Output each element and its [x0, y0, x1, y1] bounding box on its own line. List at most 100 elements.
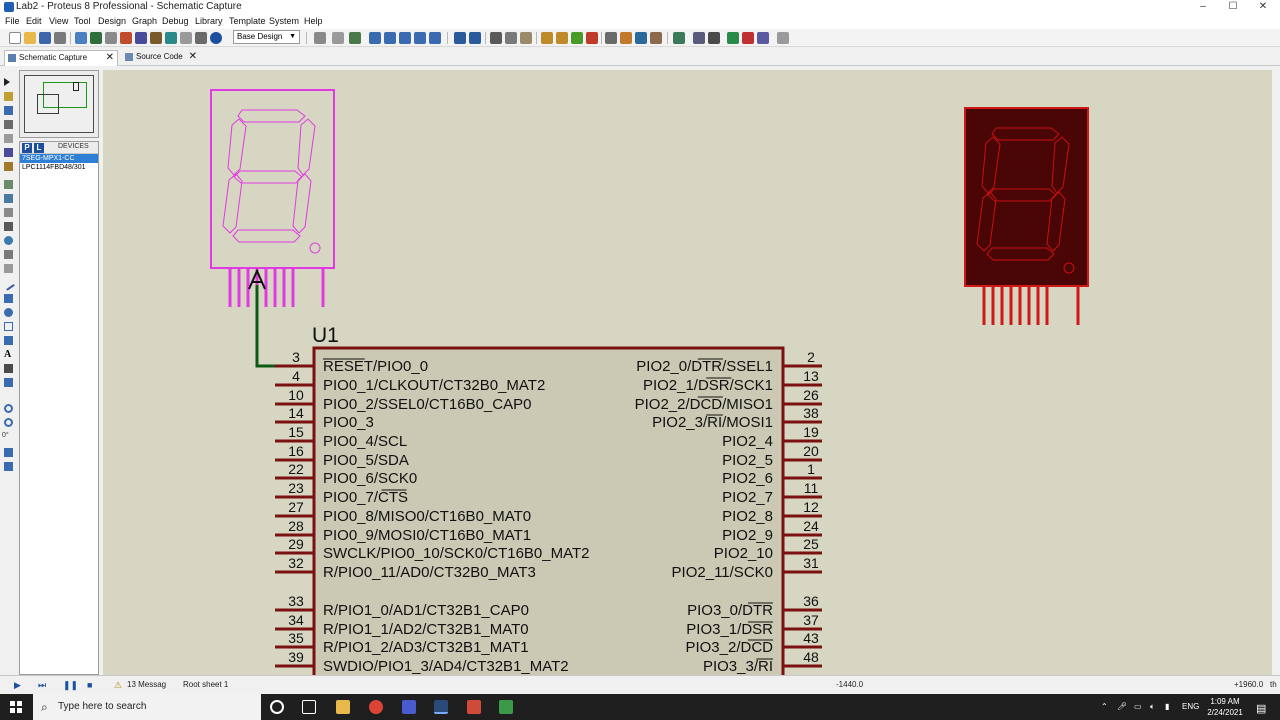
copy-icon[interactable] — [505, 32, 517, 44]
menu-library[interactable]: Library — [195, 16, 223, 26]
refresh-icon[interactable] — [314, 32, 326, 44]
minimize-button[interactable]: – — [1188, 0, 1218, 15]
remove-sheet-icon[interactable] — [742, 32, 754, 44]
block-rotate-icon[interactable] — [571, 32, 583, 44]
stop-button[interactable]: ■ — [87, 680, 92, 690]
block-delete-icon[interactable] — [586, 32, 598, 44]
battery-icon[interactable]: ▮ — [1165, 702, 1169, 711]
exit-to-parent-icon[interactable] — [757, 32, 769, 44]
virtual-instrument-icon[interactable] — [4, 264, 13, 273]
save-icon[interactable] — [39, 32, 51, 44]
pan-icon[interactable] — [369, 32, 381, 44]
path-icon[interactable] — [4, 336, 13, 345]
volume-icon[interactable]: 🔈︎ — [1150, 702, 1155, 712]
step-button[interactable]: ⏭ — [38, 680, 46, 691]
menu-help[interactable]: Help — [304, 16, 323, 26]
library-manager-button[interactable]: L — [34, 143, 44, 153]
app-c-icon[interactable] — [467, 700, 481, 714]
menu-system[interactable]: System — [269, 16, 299, 26]
taskbar-search[interactable]: ⌕ Type here to search — [33, 694, 261, 720]
3d-view-icon[interactable] — [120, 32, 132, 44]
zoom-area-icon[interactable] — [429, 32, 441, 44]
gerber-icon[interactable] — [135, 32, 147, 44]
menu-file[interactable]: File — [5, 16, 20, 26]
close-icon[interactable]: ✕ — [106, 51, 114, 65]
terminals-icon[interactable] — [4, 180, 13, 189]
network-icon[interactable]: ▭ — [1134, 702, 1142, 711]
menu-graph[interactable]: Graph — [132, 16, 157, 26]
new-sheet-icon[interactable] — [727, 32, 739, 44]
source-code-icon[interactable] — [195, 32, 207, 44]
decompose-icon[interactable] — [650, 32, 662, 44]
mirror-horizontal-icon[interactable] — [4, 448, 13, 457]
wire-autorouter-icon[interactable] — [673, 32, 685, 44]
bom-icon[interactable] — [165, 32, 177, 44]
layout-icon[interactable] — [105, 32, 117, 44]
text-script-icon[interactable] — [4, 134, 13, 143]
pause-button[interactable]: ❚❚ — [63, 680, 78, 691]
open-folder-icon[interactable] — [24, 32, 36, 44]
pick-device-icon[interactable] — [605, 32, 617, 44]
marker-icon[interactable] — [4, 378, 13, 387]
chevron-up-icon[interactable]: ⌃ — [1101, 702, 1108, 711]
paste-icon[interactable] — [520, 32, 532, 44]
pick-devices-button[interactable]: P — [22, 143, 32, 153]
print-icon[interactable] — [54, 32, 66, 44]
generator-icon[interactable] — [4, 236, 13, 245]
schematic-drawing[interactable]: U1 3 RESET/PIO0_0 4 PIO0_1/CLKOUT/CT32B0_MA… — [103, 70, 1272, 675]
menu-template[interactable]: Template — [229, 16, 266, 26]
netlist-icon[interactable] — [777, 32, 789, 44]
microphone-icon[interactable]: 🎤︎ — [1117, 702, 1127, 711]
vertical-scrollbar[interactable] — [1272, 70, 1280, 675]
cut-icon[interactable] — [490, 32, 502, 44]
maximize-button[interactable]: ☐ — [1218, 0, 1248, 15]
cortana-icon[interactable] — [270, 700, 284, 714]
proteus-icon[interactable] — [434, 700, 448, 714]
design-select[interactable]: Base Design ▼ — [233, 30, 300, 44]
menu-edit[interactable]: Edit — [26, 16, 42, 26]
symbol-icon[interactable] — [4, 364, 13, 373]
notepad-icon[interactable] — [499, 700, 513, 714]
buses-icon[interactable] — [4, 148, 13, 157]
wire-label-icon[interactable] — [4, 120, 13, 129]
zoom-all-icon[interactable] — [414, 32, 426, 44]
schematic-canvas[interactable]: U1 3 RESET/PIO0_0 4 PIO0_1/CLKOUT/CT32B0_MA… — [103, 70, 1272, 675]
windows-start-icon[interactable] — [10, 701, 22, 713]
packaging-icon[interactable] — [635, 32, 647, 44]
messages-count[interactable]: 13 Messag — [127, 680, 166, 689]
new-file-icon[interactable] — [9, 32, 21, 44]
notes-icon[interactable] — [180, 32, 192, 44]
grid-icon[interactable] — [332, 32, 344, 44]
seven-segment-display-selected[interactable] — [210, 89, 335, 307]
junction-dot-icon[interactable] — [4, 106, 13, 115]
close-icon[interactable]: ✕ — [189, 50, 197, 64]
help-icon[interactable] — [210, 32, 222, 44]
property-tool-icon[interactable] — [708, 32, 720, 44]
make-device-icon[interactable] — [620, 32, 632, 44]
file-explorer-icon[interactable] — [336, 700, 350, 714]
device-item-7seg[interactable]: 7SEG-MPX1-CC — [20, 154, 98, 163]
block-copy-icon[interactable] — [541, 32, 553, 44]
box-icon[interactable] — [4, 294, 13, 303]
menu-design[interactable]: Design — [98, 16, 126, 26]
close-button[interactable]: ✕ — [1248, 0, 1278, 15]
arc-icon[interactable] — [4, 322, 13, 331]
tab-schematic-capture[interactable]: Schematic Capture ✕ — [4, 50, 118, 66]
teams-icon[interactable] — [402, 700, 416, 714]
origin-icon[interactable] — [349, 32, 361, 44]
menu-debug[interactable]: Debug — [162, 16, 189, 26]
design-explorer-icon[interactable] — [150, 32, 162, 44]
graph-icon[interactable] — [4, 208, 13, 217]
task-view-icon[interactable] — [302, 700, 316, 714]
menu-view[interactable]: View — [49, 16, 68, 26]
undo-icon[interactable] — [454, 32, 466, 44]
voltage-probe-icon[interactable] — [4, 250, 13, 259]
subcircuit-icon[interactable] — [4, 162, 13, 171]
line-icon[interactable] — [2, 278, 15, 291]
zoom-in-icon[interactable] — [384, 32, 396, 44]
schematic-icon[interactable] — [90, 32, 102, 44]
tab-source-code[interactable]: Source Code ✕ — [122, 50, 200, 66]
component-mode-icon[interactable] — [4, 92, 13, 101]
text-icon[interactable]: A — [4, 350, 13, 360]
device-pins-icon[interactable] — [4, 194, 13, 203]
